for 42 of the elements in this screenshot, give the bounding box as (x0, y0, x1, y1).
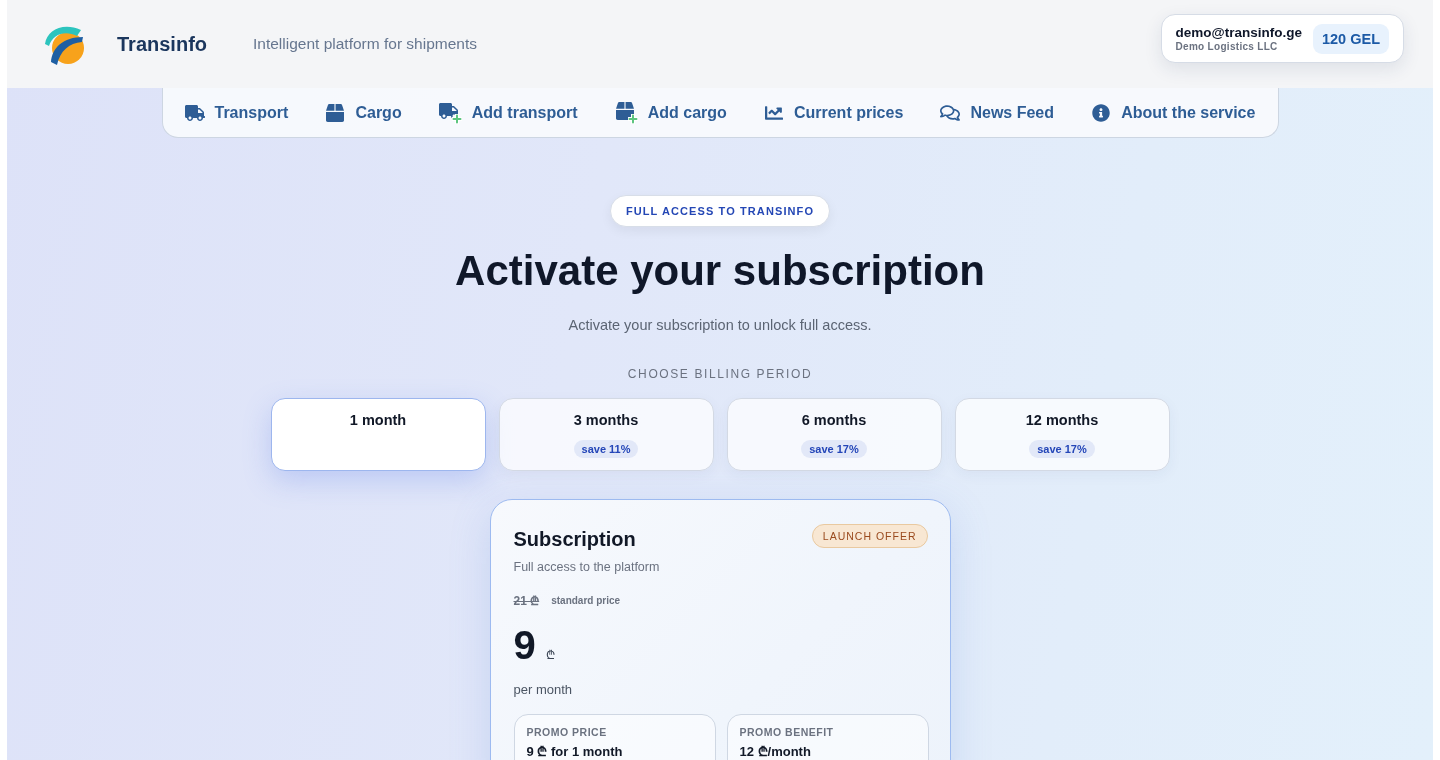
chat-bubbles-icon (940, 103, 961, 122)
page-title: Activate your subscription (455, 246, 985, 296)
page-subtitle: Activate your subscription to unlock full access. (568, 316, 872, 335)
period-option[interactable]: 12 months save 17% (954, 398, 1170, 471)
nav-link[interactable]: About the service (1091, 103, 1256, 122)
nav-link[interactable]: Add cargo (614, 101, 727, 124)
period-option[interactable]: 6 months save 17% (726, 398, 942, 471)
box-plus-icon (614, 101, 638, 124)
info-icon (1091, 103, 1112, 122)
save-badge: save 17% (801, 440, 867, 458)
brand-name: Transinfo (117, 32, 207, 56)
nav-link[interactable]: Add transport (438, 101, 578, 124)
nav-link[interactable]: Current prices (763, 103, 904, 122)
period-option[interactable]: 1 month (270, 398, 486, 471)
detail-label: PROMO PRICE (526, 726, 607, 739)
price-period: per month (513, 682, 574, 698)
truck-plus-icon (438, 101, 462, 124)
detail-label: PROMO BENEFIT (739, 726, 834, 739)
billing-label: CHOOSE BILLING PERIOD (627, 366, 813, 382)
chart-line-icon (763, 103, 784, 122)
box-icon (325, 103, 346, 122)
plan-description: Full access to the platform (513, 559, 661, 575)
save-badge: save 11% (573, 440, 639, 458)
save-badge: save 17% (1029, 440, 1095, 458)
plan-title: Subscription (513, 527, 636, 551)
detail-value: 9 ₾ for 1 month (526, 744, 623, 760)
tagline: Intelligent platform for shipments (253, 35, 477, 53)
balance-badge: 120 GEL (1312, 23, 1389, 54)
currency-symbol: ₾ (545, 647, 555, 663)
nav-link[interactable]: News Feed (940, 103, 1055, 122)
old-price: 21 ₾ (513, 594, 540, 608)
offer-badge: LAUNCH OFFER (811, 524, 928, 548)
detail-value: 12 ₾/month (739, 744, 811, 760)
truck-icon (184, 103, 205, 122)
price-amount: 9 (513, 623, 536, 667)
period-option[interactable]: 3 months save 11% (498, 398, 714, 471)
old-price-note: standard price (551, 594, 621, 608)
nav-link[interactable]: Cargo (325, 103, 402, 122)
nav-link[interactable]: Transport (184, 103, 289, 122)
access-badge: FULL ACCESS TO TRANSINFO (609, 195, 831, 227)
company-name: Demo Logistics LLC (1175, 41, 1279, 52)
account-email: demo@transinfo.ge (1175, 25, 1302, 40)
